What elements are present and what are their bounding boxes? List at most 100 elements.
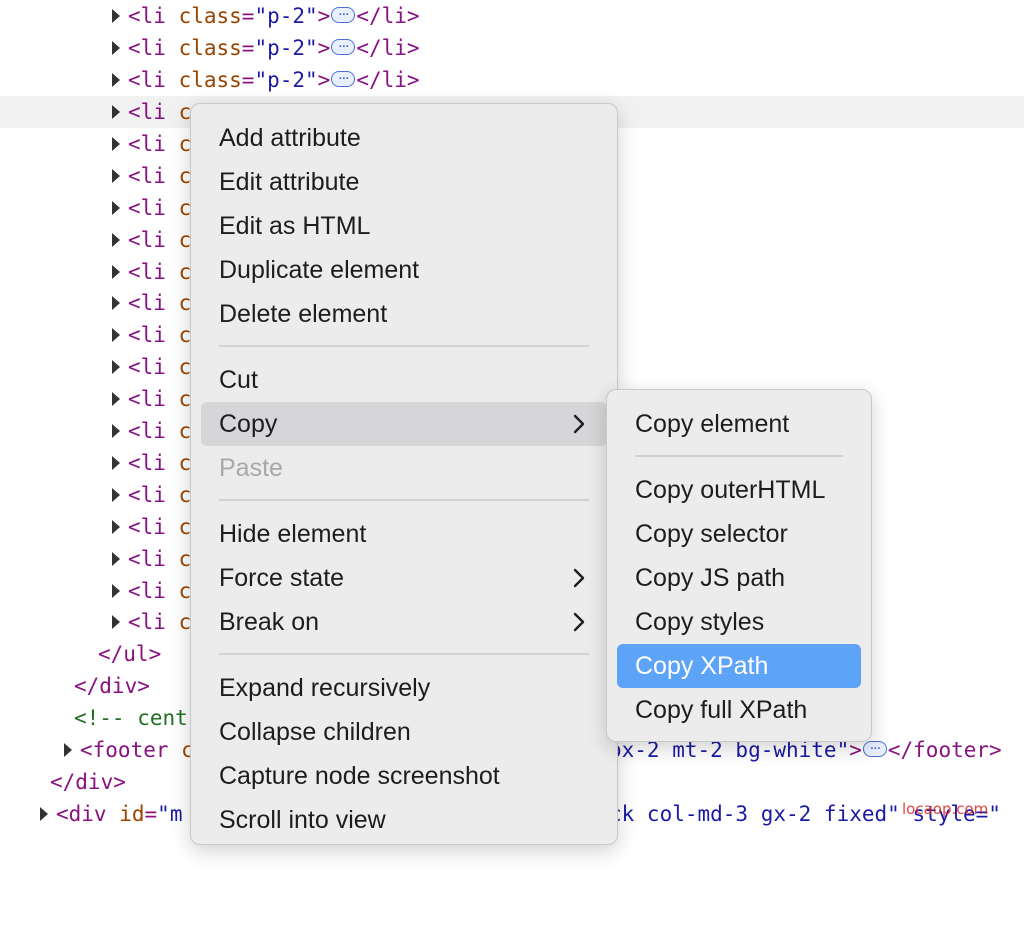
expand-triangle-icon[interactable] (112, 487, 120, 502)
menu-item-label: Force state (219, 564, 345, 592)
chevron-right-icon (573, 414, 585, 434)
tag-close: </ul> (98, 642, 162, 666)
attr-value: ck col-md-3 gx-2 fixed (609, 802, 888, 826)
menu-item-delete-element[interactable]: Delete element (191, 292, 617, 336)
expand-triangle-icon[interactable] (112, 519, 120, 534)
tag-open: <li (128, 450, 179, 475)
menu-item-force-state[interactable]: Force state (191, 556, 617, 600)
menu-item-scroll-into-view[interactable]: Scroll into view (191, 798, 617, 842)
expand-triangle-icon[interactable] (112, 296, 120, 311)
menu-item-edit-attribute[interactable]: Edit attribute (191, 160, 617, 204)
expand-triangle-icon[interactable] (112, 9, 120, 23)
tag-close: </li> (356, 68, 420, 92)
tag-open: <li (128, 546, 179, 571)
tag-close: </footer> (887, 738, 1002, 762)
submenu-item-copy-outerhtml[interactable]: Copy outerHTML (607, 468, 871, 512)
tag-open: <li (128, 578, 179, 603)
tag-open: <li (128, 163, 179, 188)
expand-triangle-icon[interactable] (112, 41, 120, 55)
expand-triangle-icon[interactable] (64, 743, 72, 757)
expand-triangle-icon[interactable] (112, 615, 120, 630)
tag-open: <li (128, 100, 179, 124)
expand-triangle-icon[interactable] (112, 264, 120, 279)
menu-item-label: Break on (219, 608, 320, 636)
ellipsis-icon[interactable] (331, 0, 356, 31)
expand-triangle-icon[interactable] (112, 328, 120, 343)
expand-triangle-icon[interactable] (112, 232, 120, 247)
expand-triangle-icon[interactable] (112, 551, 120, 566)
dom-node-li[interactable]: <li class="p-2"> </li> (0, 63, 1024, 96)
menu-separator (219, 653, 589, 655)
menu-item-collapse-children[interactable]: Collapse children (191, 710, 617, 754)
submenu-item-copy-styles[interactable]: Copy styles (607, 600, 871, 644)
tag-gt: > (317, 68, 331, 92)
menu-item-hide-element[interactable]: Hide element (191, 512, 617, 556)
ellipsis-icon[interactable] (331, 31, 356, 63)
submenu-item-copy-full-xpath[interactable]: Copy full XPath (607, 688, 871, 732)
submenu-item-copy-element[interactable]: Copy element (607, 402, 871, 446)
tag-gt: > (317, 36, 331, 60)
menu-item-duplicate-element[interactable]: Duplicate element (191, 248, 617, 292)
attr-value: "p-2" (254, 36, 318, 60)
menu-item-paste: Paste (219, 454, 283, 482)
expand-triangle-icon[interactable] (112, 360, 120, 375)
ellipsis-icon[interactable] (862, 733, 887, 765)
tag-open: <li (128, 291, 179, 316)
expand-triangle-icon[interactable] (112, 392, 120, 407)
tag-open: <li (128, 610, 179, 635)
tag-open: <li (128, 131, 179, 156)
comment-text: <!-- cent (74, 706, 188, 730)
tag-open: <li (128, 68, 179, 92)
menu-item-label: Copy (219, 410, 278, 438)
expand-triangle-icon[interactable] (112, 73, 120, 87)
attr-name: class (178, 36, 242, 60)
menu-item-expand-recursively[interactable]: Expand recursively (191, 666, 617, 710)
tag-open: <li (128, 419, 179, 443)
tag-open: <li (128, 482, 179, 507)
menu-separator (635, 455, 843, 457)
expand-triangle-icon[interactable] (112, 583, 120, 598)
tag-open: <li (128, 323, 179, 348)
menu-item-edit-as-html[interactable]: Edit as HTML (191, 204, 617, 248)
expand-triangle-icon[interactable] (112, 136, 120, 151)
submenu-item-copy-xpath[interactable]: Copy XPath (617, 644, 861, 688)
dom-node-li[interactable]: <li class="p-2"> </li> (0, 31, 1024, 64)
tag-open: <div (56, 802, 120, 826)
attr-name: id (119, 802, 145, 826)
tag-close: </div> (74, 674, 150, 698)
menu-item-add-attribute[interactable]: Add attribute (191, 116, 617, 160)
menu-item-cut[interactable]: Cut (191, 358, 617, 402)
submenu-item-copy-selector[interactable]: Copy selector (607, 512, 871, 556)
tag-open: <li (128, 4, 179, 28)
expand-triangle-icon[interactable] (112, 424, 120, 438)
tag-open: <li (128, 355, 179, 380)
menu-item-capture-node-screenshot[interactable]: Capture node screenshot (191, 754, 617, 798)
expand-triangle-icon[interactable] (40, 807, 48, 821)
attr-eq: = (241, 4, 255, 28)
dom-node-li[interactable]: <li class="p-2"> </li> (0, 0, 1024, 32)
attr-value: "p-2" (254, 68, 318, 92)
expand-triangle-icon[interactable] (112, 455, 120, 470)
tag-close: </div> (50, 770, 126, 794)
submenu-item-copy-js-path[interactable]: Copy JS path (607, 556, 871, 600)
copy-submenu: Copy element Copy outerHTML Copy selecto… (606, 389, 872, 742)
attr-name: class (178, 4, 242, 28)
ellipsis-icon[interactable] (331, 63, 356, 95)
attr-eq: = (241, 68, 255, 92)
menu-item-break-on[interactable]: Break on (191, 600, 617, 644)
expand-triangle-icon[interactable] (112, 105, 120, 119)
chevron-right-icon (573, 612, 585, 632)
chevron-right-icon (573, 568, 585, 588)
menu-item-copy[interactable]: Copy (201, 402, 607, 446)
expand-triangle-icon[interactable] (112, 168, 120, 183)
tag-open: <li (128, 514, 179, 539)
tag-open: <li (128, 195, 179, 220)
attr-eq: = (241, 36, 255, 60)
watermark: locaop.com (902, 800, 989, 818)
attr-value: "p-2" (254, 4, 318, 28)
context-menu: Add attribute Edit attribute Edit as HTM… (190, 103, 618, 845)
expand-triangle-icon[interactable] (112, 200, 120, 215)
attr-name: class (178, 68, 242, 92)
tag-gt: > (317, 4, 331, 28)
tag-open: <li (128, 227, 179, 252)
